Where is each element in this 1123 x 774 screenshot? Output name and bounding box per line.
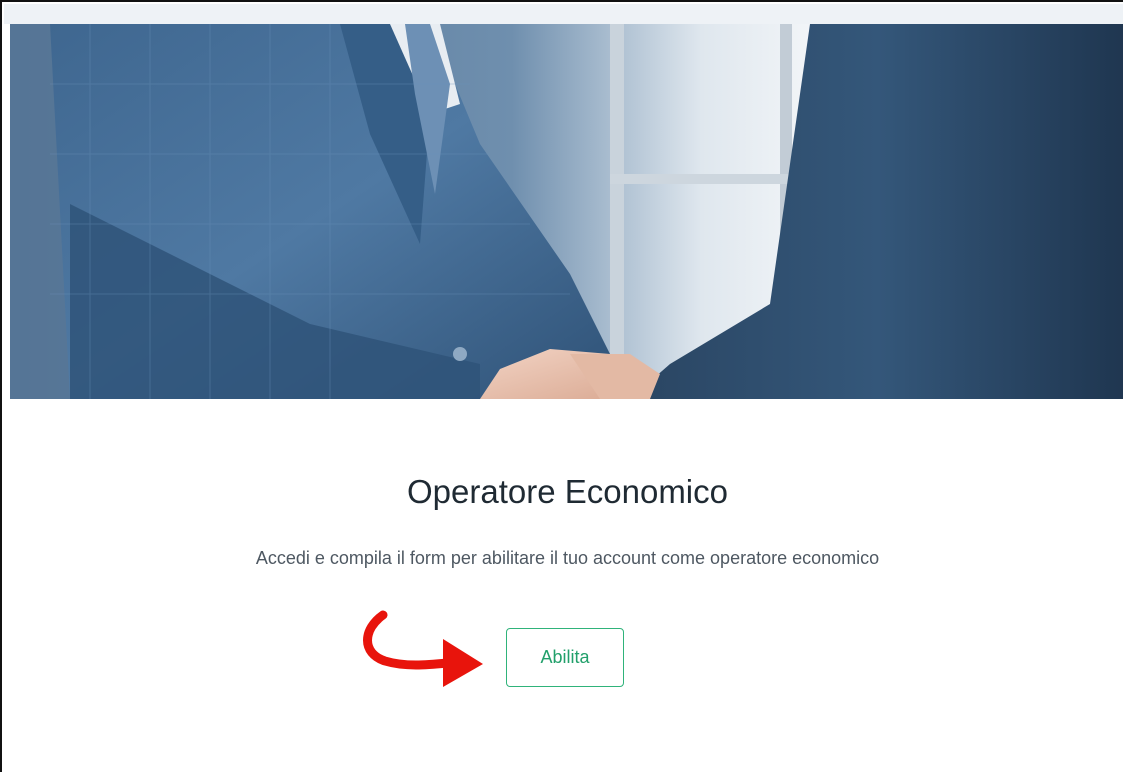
operator-card: Operatore Economico Accedi e compila il … <box>10 24 1123 774</box>
enable-button[interactable]: Abilita <box>506 628 624 687</box>
hero-illustration <box>10 24 1123 399</box>
page-description: Accedi e compila il form per abilitare i… <box>255 548 880 568</box>
top-strip <box>4 4 1123 24</box>
red-curved-arrow-icon <box>363 610 483 687</box>
page-title: Operatore Economico <box>407 473 728 510</box>
page-frame: Operatore Economico Accedi e compila il … <box>0 0 1123 774</box>
hero-image-handshake <box>10 24 1123 399</box>
